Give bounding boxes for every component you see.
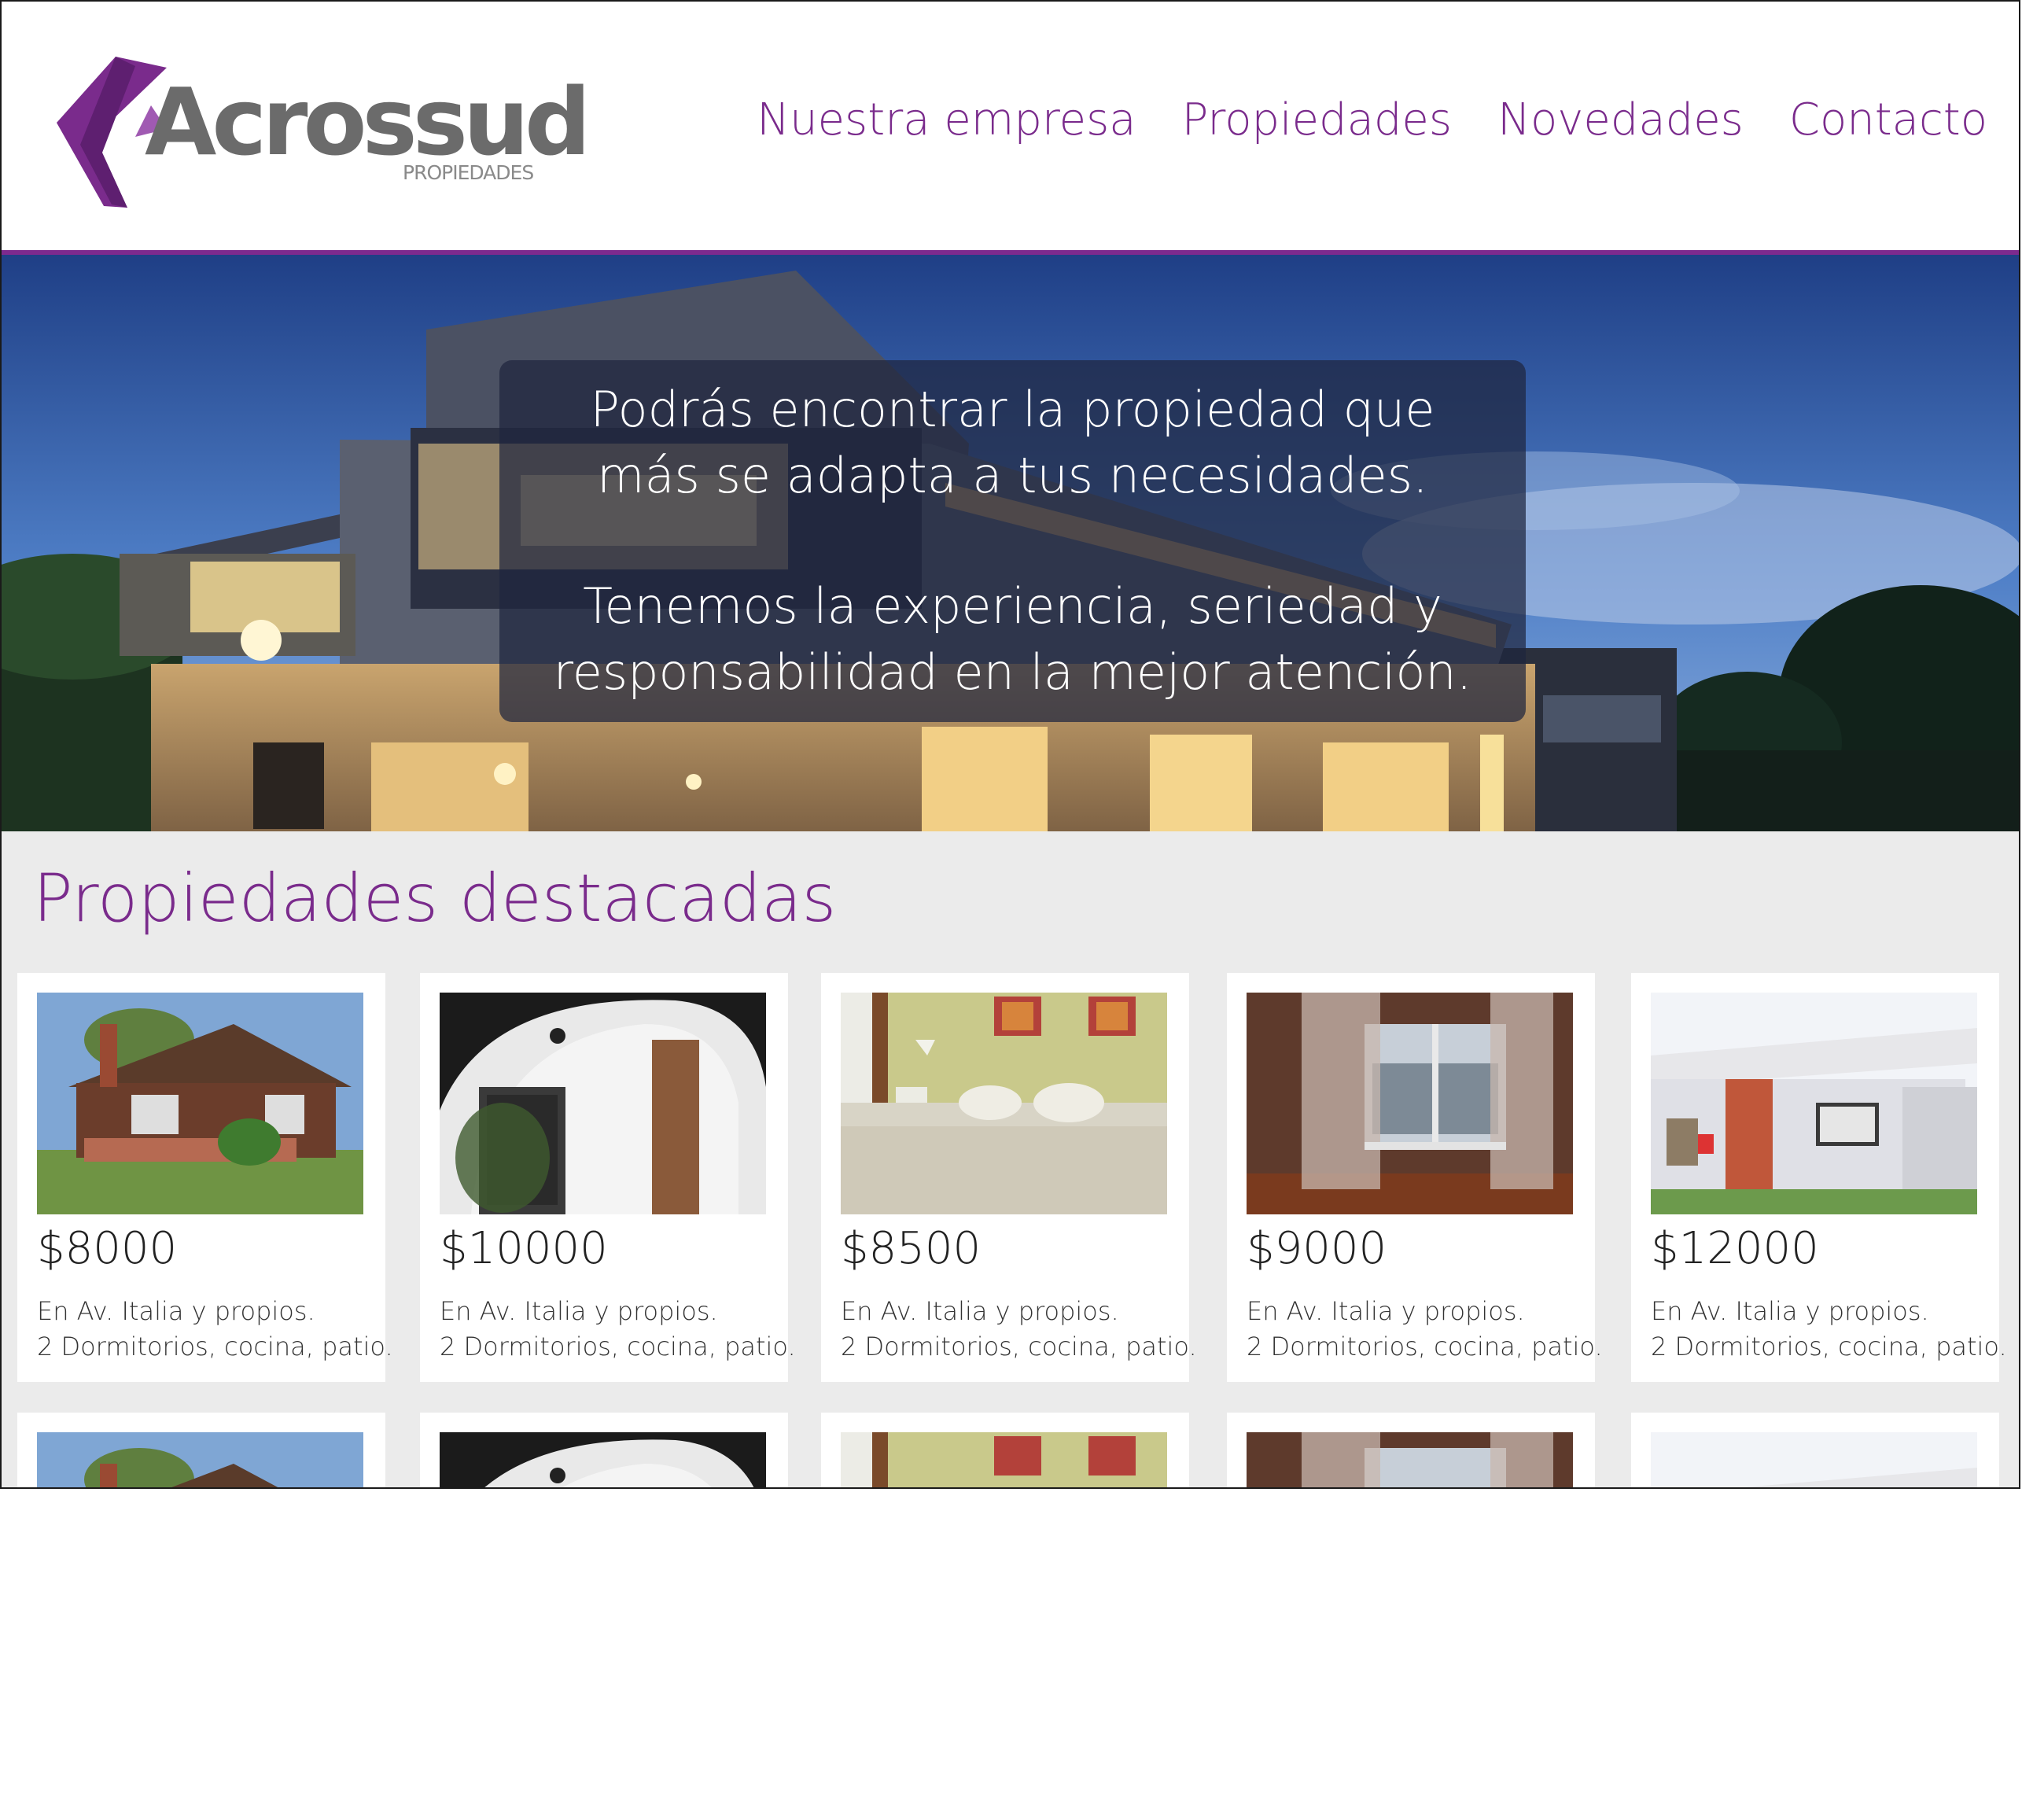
bedroom-photo[interactable] bbox=[841, 993, 1167, 1214]
brick-house-photo[interactable] bbox=[37, 993, 363, 1214]
nav-propiedades[interactable]: Propiedades bbox=[1182, 94, 1452, 146]
hero-text-2: Tenemos la experiencia, seriedad y respo… bbox=[553, 577, 1472, 701]
property-card[interactable] bbox=[420, 1413, 788, 1487]
property-price: $8500 bbox=[841, 1223, 982, 1274]
arched-entry-photo[interactable] bbox=[440, 993, 766, 1214]
property-card[interactable]: $10000 En Av. Italia y propios. 2 Dormit… bbox=[420, 973, 796, 1382]
property-card[interactable] bbox=[17, 1413, 385, 1487]
property-location: En Av. Italia y propios. bbox=[1247, 1296, 1525, 1326]
property-card[interactable] bbox=[1631, 1413, 1999, 1487]
property-card[interactable]: $12000 En Av. Italia y propios. 2 Dormit… bbox=[1631, 973, 2007, 1382]
page-frame: Acrossud PROPIEDADES Nuestra empresa Pro… bbox=[0, 0, 2020, 1489]
property-location: En Av. Italia y propios. bbox=[841, 1296, 1119, 1326]
nav-nuestra-empresa[interactable]: Nuestra empresa bbox=[757, 94, 1136, 146]
property-price: $10000 bbox=[440, 1223, 608, 1274]
property-card[interactable] bbox=[821, 1413, 1189, 1487]
property-location: En Av. Italia y propios. bbox=[37, 1296, 315, 1326]
window-curtains-photo[interactable] bbox=[1247, 993, 1573, 1214]
property-features: 2 Dormitorios, cocina, patio. bbox=[1247, 1332, 1603, 1361]
brand-logo[interactable]: Acrossud PROPIEDADES bbox=[57, 50, 584, 212]
property-features: 2 Dormitorios, cocina, patio. bbox=[841, 1332, 1197, 1361]
nav-contacto[interactable]: Contacto bbox=[1789, 94, 1987, 146]
property-features: 2 Dormitorios, cocina, patio. bbox=[37, 1332, 393, 1361]
brick-house-photo[interactable] bbox=[37, 1432, 363, 1487]
property-card[interactable] bbox=[1227, 1413, 1595, 1487]
property-card[interactable]: $8000 En Av. Italia y propios. 2 Dormito… bbox=[17, 973, 393, 1382]
section-title: Propiedades destacadas bbox=[33, 860, 837, 937]
property-price: $9000 bbox=[1247, 1223, 1387, 1274]
property-card[interactable]: $8500 En Av. Italia y propios. 2 Dormito… bbox=[821, 973, 1197, 1382]
main-nav: Nuestra empresa Propiedades Novedades Co… bbox=[757, 94, 1987, 146]
logo-wordmark: Acrossud bbox=[145, 68, 584, 176]
white-house-photo[interactable] bbox=[1651, 1432, 1977, 1487]
property-price: $12000 bbox=[1651, 1223, 1819, 1274]
property-price: $8000 bbox=[37, 1223, 178, 1274]
featured-section: Propiedades destacadas $8000 En Av. Ital… bbox=[2, 831, 2019, 1487]
property-features: 2 Dormitorios, cocina, patio. bbox=[440, 1332, 796, 1361]
property-features: 2 Dormitorios, cocina, patio. bbox=[1651, 1332, 2007, 1361]
white-house-photo[interactable] bbox=[1651, 993, 1977, 1214]
hero-message-box: Podrás encontrar la propiedad que más se… bbox=[499, 360, 1526, 722]
property-location: En Av. Italia y propios. bbox=[1651, 1296, 1929, 1326]
window-curtains-photo[interactable] bbox=[1247, 1432, 1573, 1487]
property-location: En Av. Italia y propios. bbox=[440, 1296, 718, 1326]
nav-novedades[interactable]: Novedades bbox=[1497, 94, 1744, 146]
hero-text-1: Podrás encontrar la propiedad que más se… bbox=[590, 381, 1435, 504]
arched-entry-photo[interactable] bbox=[440, 1432, 766, 1487]
hero-banner: Podrás encontrar la propiedad que más se… bbox=[2, 255, 2019, 831]
property-card[interactable]: $9000 En Av. Italia y propios. 2 Dormito… bbox=[1227, 973, 1603, 1382]
logo-subtitle: PROPIEDADES bbox=[403, 161, 533, 184]
site-header: Acrossud PROPIEDADES Nuestra empresa Pro… bbox=[2, 2, 2019, 252]
bedroom-photo[interactable] bbox=[841, 1432, 1167, 1487]
